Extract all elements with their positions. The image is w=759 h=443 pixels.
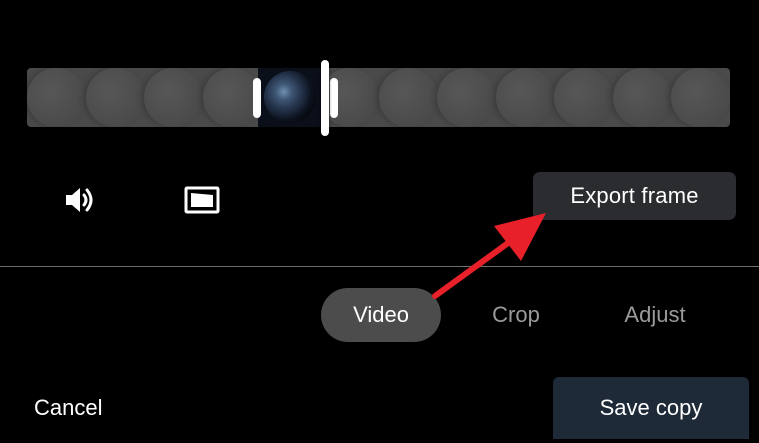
export-frame-button[interactable]: Export frame [533,172,736,220]
filmstrip-frame [27,68,86,127]
save-copy-label: Save copy [599,395,703,420]
tab-video[interactable]: Video [321,288,441,342]
volume-icon [63,185,97,215]
aspect-ratio-button[interactable] [180,178,224,222]
filmstrip-frame [144,68,203,127]
filmstrip-frame [379,68,438,127]
save-copy-button[interactable]: Save copy [553,377,749,439]
export-frame-label: Export frame [570,183,699,208]
trim-handle-right[interactable] [330,78,338,118]
filmstrip-frame [554,68,613,127]
filmstrip-frame [613,68,672,127]
tab-adjust-label: Adjust [624,302,686,327]
tab-crop-label: Crop [492,302,540,327]
filmstrip-frame [671,68,730,127]
filmstrip-frame [86,68,145,127]
tab-video-label: Video [353,302,409,327]
aspect-ratio-icon [184,185,220,215]
tab-adjust[interactable]: Adjust [605,288,705,342]
filmstrip-frame [437,68,496,127]
cancel-label: Cancel [34,395,103,420]
tab-crop[interactable]: Crop [470,288,562,342]
earth-thumbnail [264,71,316,123]
video-timeline[interactable] [27,68,730,127]
divider [0,266,759,267]
playhead-scrubber[interactable] [321,60,329,136]
trim-handle-left[interactable] [253,78,261,118]
cancel-button[interactable]: Cancel [24,387,112,429]
volume-button[interactable] [58,178,102,222]
filmstrip-frame [496,68,555,127]
